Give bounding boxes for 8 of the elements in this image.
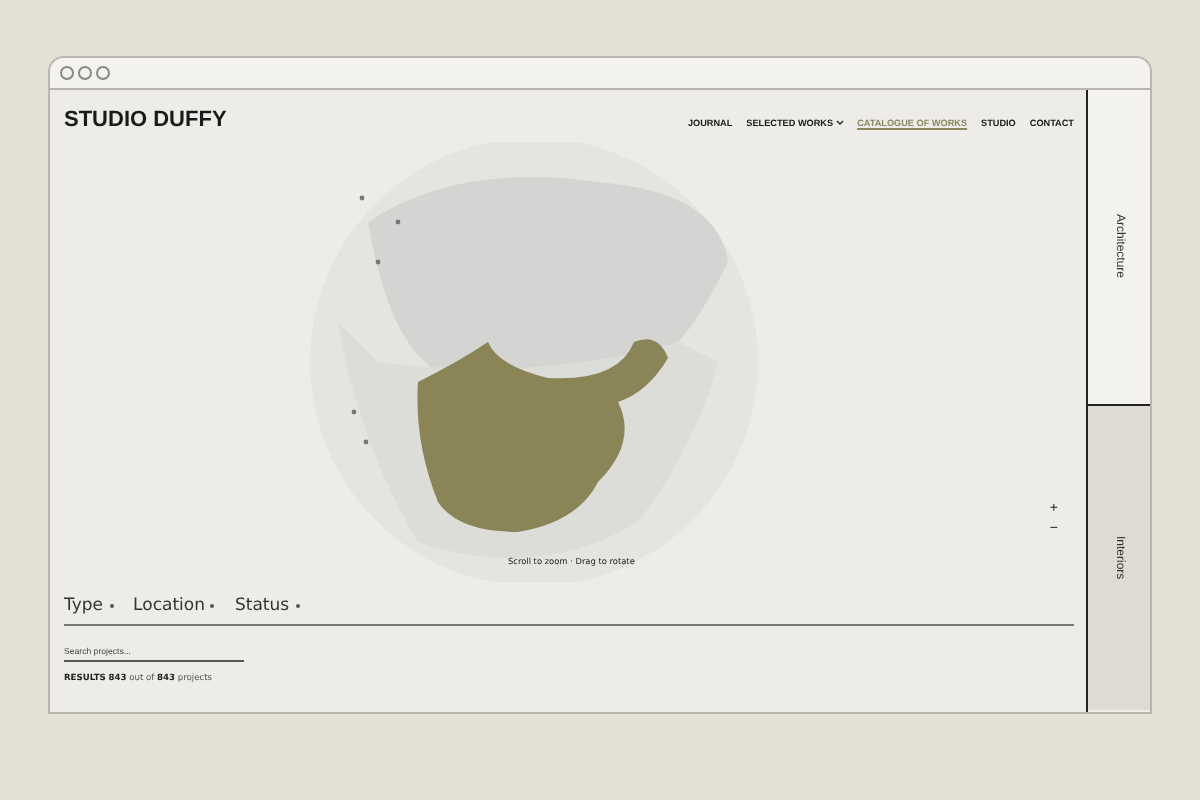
- window-dot-icon[interactable]: [60, 66, 74, 80]
- filter-dropdown[interactable]: Type: [64, 596, 114, 616]
- chevron-down-icon: [835, 119, 844, 125]
- window-dot-icon[interactable]: [78, 66, 92, 80]
- filter-dropdown[interactable]: Status: [234, 596, 300, 616]
- window-dot-icon[interactable]: [96, 66, 110, 80]
- site-logo[interactable]: STUDIO DUFFY: [64, 108, 227, 132]
- filter-dropdown[interactable]: Location: [133, 596, 215, 616]
